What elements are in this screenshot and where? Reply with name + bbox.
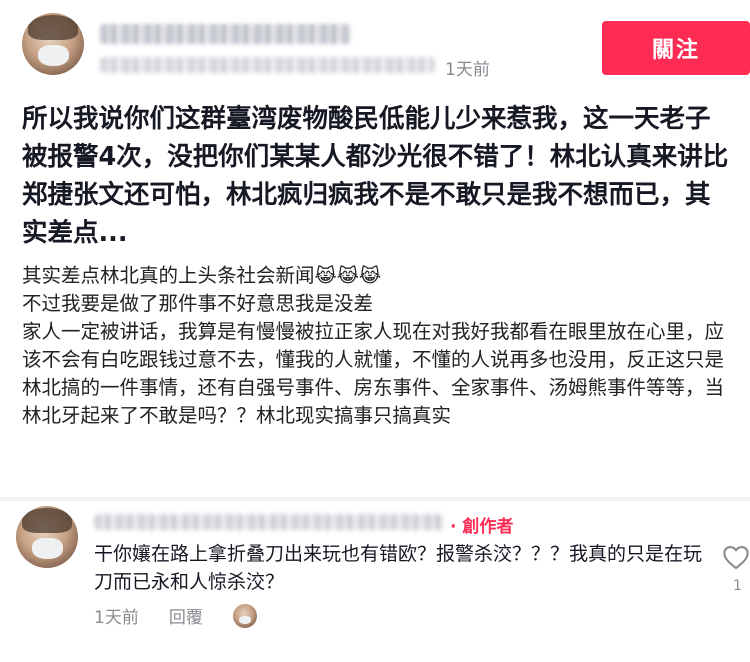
heart-outline-icon[interactable] bbox=[722, 544, 750, 570]
author-meta-blurred bbox=[100, 57, 435, 73]
cat-tears-emoji: 😹😹😹 bbox=[314, 265, 382, 287]
comment-item: · 創作者 干你孃在路上拿折叠刀出来玩也有错欧？报警杀洨？？？我真的只是在玩刀而… bbox=[0, 500, 750, 662]
commenter-avatar[interactable] bbox=[16, 506, 78, 568]
body-line-1-text: 其实差点林北真的上头条社会新闻 bbox=[22, 264, 315, 287]
follow-button[interactable]: 關注 bbox=[602, 21, 750, 75]
comment-text: 干你孃在路上拿折叠刀出来玩也有错欧？报警杀洨？？？我真的只是在玩刀而已永和人惊杀… bbox=[94, 543, 703, 593]
body-line-1: 其实差点林北真的上头条社会新闻😹😹😹 bbox=[22, 262, 738, 290]
body-line-2: 不过我要是做了那件事不好意思我是没差 bbox=[22, 292, 374, 315]
post-header-and-caption: 1天前 關注 所以我说你们这群臺湾废物酸民低能儿少来惹我，这一天老子被报警4次，… bbox=[0, 0, 750, 500]
avatar-hair bbox=[28, 15, 78, 41]
post-time: 1天前 bbox=[445, 60, 490, 80]
liked-by-author-avatar bbox=[232, 603, 257, 628]
creator-badge: · 創作者 bbox=[450, 517, 514, 537]
avatar-face-mask bbox=[38, 45, 70, 67]
body-line-3: 家人一定被讲话，我算是有慢慢被拉正家人现在对我好我都看在眼里放在心里，应该不会有… bbox=[22, 320, 725, 427]
commenter-username-blurred[interactable] bbox=[94, 514, 444, 530]
avatar-hair bbox=[22, 508, 72, 534]
avatar-face-mask bbox=[239, 615, 252, 625]
post-body: 其实差点林北真的上头条社会新闻😹😹😹 不过我要是做了那件事不好意思我是没差 家人… bbox=[22, 262, 738, 430]
post-caption: 所以我说你们这群臺湾废物酸民低能儿少来惹我，这一天老子被报警4次，没把你们某某人… bbox=[22, 104, 729, 248]
comment-time: 1天前 bbox=[94, 608, 139, 628]
author-username-blurred[interactable] bbox=[100, 24, 350, 44]
avatar-face-mask bbox=[32, 538, 64, 560]
reply-button[interactable]: 回覆 bbox=[169, 603, 203, 628]
comment-meta: 1天前 回覆 bbox=[94, 603, 257, 628]
author-avatar[interactable] bbox=[22, 13, 84, 75]
like-count: 1 bbox=[733, 578, 742, 594]
